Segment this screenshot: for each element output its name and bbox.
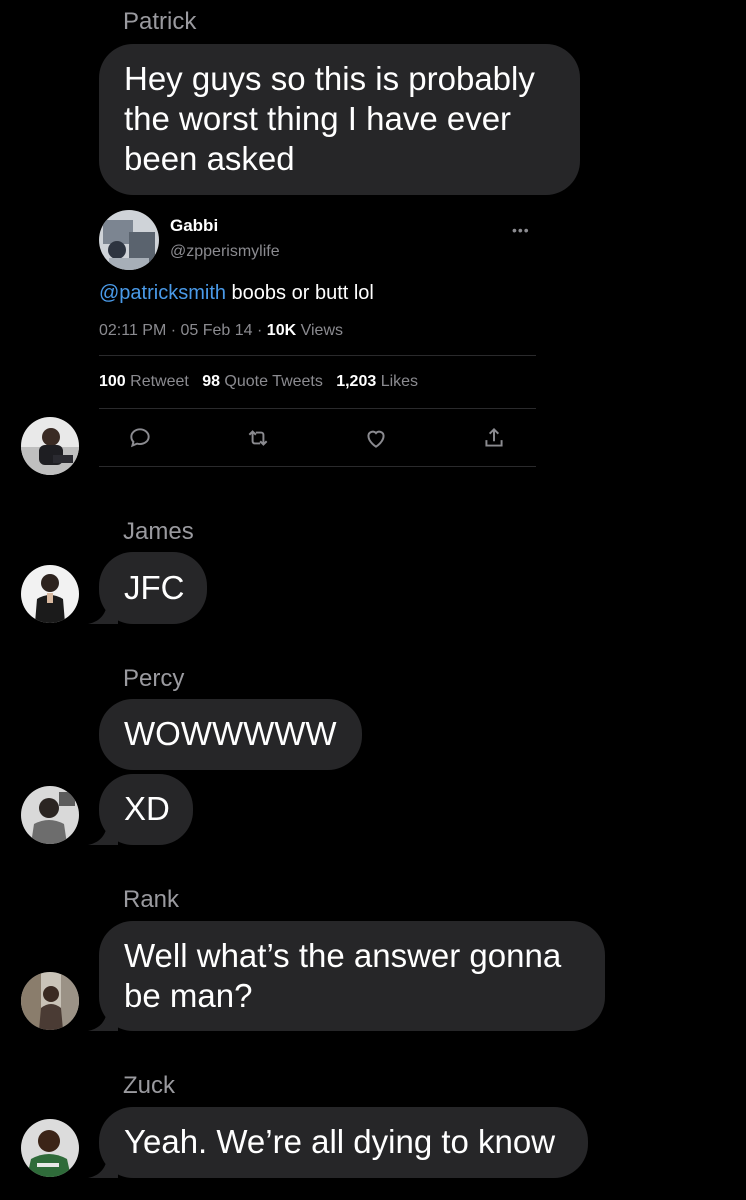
avatar-james[interactable] xyxy=(21,565,79,623)
message-bubble-zuck[interactable]: Yeah. We’re all dying to know xyxy=(99,1107,588,1178)
avatar-rank[interactable] xyxy=(21,972,79,1030)
like-icon[interactable] xyxy=(363,425,389,451)
quote-tweets-stat[interactable]: 98 Quote Tweets xyxy=(202,373,323,390)
bubble-tail xyxy=(88,1001,118,1031)
tweet-author-handle[interactable]: @zpperismylife xyxy=(170,243,280,261)
tweet-timestamp: 02:11 PM · 05 Feb 14 · xyxy=(99,322,267,339)
message-bubble-patrick[interactable]: Hey guys so this is probably the worst t… xyxy=(99,44,580,195)
sender-name-rank: Rank xyxy=(123,886,180,913)
bubble-tail xyxy=(88,594,118,624)
more-options-icon[interactable]: ••• xyxy=(512,222,530,238)
tweet-author-name[interactable]: Gabbi xyxy=(170,216,218,236)
bubble-tail xyxy=(88,815,118,845)
tweet-views-count: 10K xyxy=(266,322,297,339)
retweet-icon[interactable] xyxy=(245,425,271,451)
tweet-views-label: Views xyxy=(296,322,343,339)
tweet-stats: 100 Retweet 98 Quote Tweets 1,203 Likes xyxy=(99,373,418,391)
tweet-author-avatar[interactable] xyxy=(99,210,159,270)
tweet-text: @patricksmith boobs or butt lol xyxy=(99,282,374,305)
message-bubble-percy-1[interactable]: WOWWWWW xyxy=(99,699,362,770)
avatar-zuck[interactable] xyxy=(21,1119,79,1177)
tweet-meta: 02:11 PM · 05 Feb 14 · 10K Views xyxy=(99,322,343,340)
sender-name-patrick: Patrick xyxy=(123,8,197,35)
sender-name-zuck: Zuck xyxy=(123,1072,176,1099)
reply-icon[interactable] xyxy=(127,425,153,451)
share-icon[interactable] xyxy=(481,425,507,451)
divider xyxy=(99,466,536,467)
likes-stat[interactable]: 1,203 Likes xyxy=(336,373,418,390)
embedded-tweet-card[interactable]: Gabbi @zpperismylife ••• @patricksmith b… xyxy=(99,205,536,467)
divider xyxy=(99,408,536,409)
sender-name-percy: Percy xyxy=(123,665,185,692)
tweet-mention-link[interactable]: @patricksmith xyxy=(99,282,226,304)
retweets-stat[interactable]: 100 Retweet xyxy=(99,373,189,390)
bubble-tail xyxy=(88,1148,118,1178)
avatar-percy[interactable] xyxy=(21,786,79,844)
message-bubble-rank[interactable]: Well what’s the answer gonna be man? xyxy=(99,921,605,1031)
avatar-patrick[interactable] xyxy=(21,417,79,475)
sender-name-james: James xyxy=(123,518,194,545)
divider xyxy=(99,355,536,356)
tweet-body: boobs or butt lol xyxy=(226,282,374,304)
